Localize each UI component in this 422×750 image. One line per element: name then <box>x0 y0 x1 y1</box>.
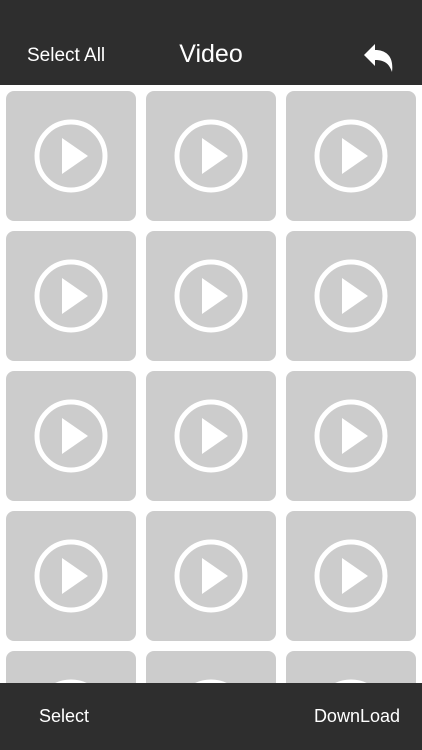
video-thumbnail-tile[interactable] <box>6 371 136 501</box>
play-circle-icon <box>34 399 108 473</box>
play-circle-icon <box>174 539 248 613</box>
download-button[interactable]: DownLoad <box>314 706 400 727</box>
undo-arrow-icon <box>364 44 393 72</box>
video-thumbnail-tile[interactable] <box>146 511 276 641</box>
top-navigation-bar: Select All Video <box>0 0 422 85</box>
video-thumbnail-tile[interactable] <box>286 371 416 501</box>
video-thumbnail-tile[interactable] <box>146 91 276 221</box>
play-circle-icon <box>34 539 108 613</box>
video-thumbnail-tile[interactable] <box>146 371 276 501</box>
video-thumbnail-tile[interactable] <box>286 511 416 641</box>
back-button[interactable] <box>358 38 398 78</box>
video-thumbnail-tile[interactable] <box>146 231 276 361</box>
video-thumbnail-tile[interactable] <box>6 511 136 641</box>
video-grid <box>6 91 416 683</box>
play-circle-icon <box>174 119 248 193</box>
select-all-button[interactable]: Select All <box>27 45 105 67</box>
video-grid-scroll[interactable] <box>0 85 422 683</box>
video-thumbnail-tile[interactable] <box>6 91 136 221</box>
play-circle-icon <box>314 119 388 193</box>
video-thumbnail-tile[interactable] <box>286 651 416 683</box>
video-thumbnail-tile[interactable] <box>286 91 416 221</box>
play-circle-icon <box>34 119 108 193</box>
play-circle-icon <box>34 259 108 333</box>
select-button[interactable]: Select <box>39 706 89 727</box>
play-circle-icon <box>314 399 388 473</box>
play-circle-icon <box>174 259 248 333</box>
video-thumbnail-tile[interactable] <box>6 651 136 683</box>
play-circle-icon <box>174 399 248 473</box>
video-screen: Select All Video Select DownLoad <box>0 0 422 750</box>
video-thumbnail-tile[interactable] <box>146 651 276 683</box>
video-thumbnail-tile[interactable] <box>286 231 416 361</box>
play-circle-icon <box>314 539 388 613</box>
play-circle-icon <box>314 259 388 333</box>
video-thumbnail-tile[interactable] <box>6 231 136 361</box>
bottom-toolbar: Select DownLoad <box>0 683 422 750</box>
